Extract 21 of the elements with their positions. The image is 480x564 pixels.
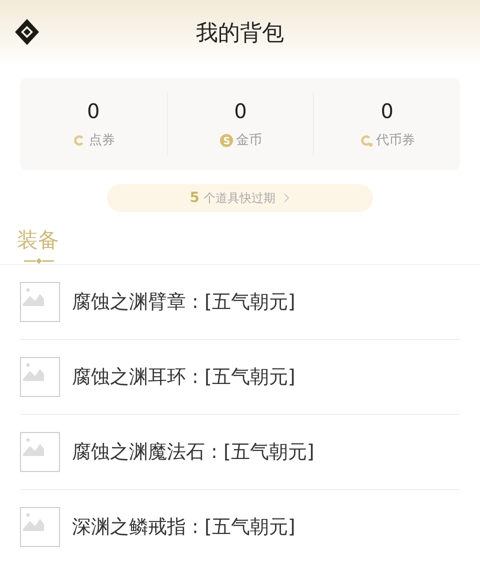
item-name[interactable]: 深渊之鳞戒指 : [五气朝元] (72, 514, 296, 540)
balance-value: 0 (380, 99, 394, 123)
image-placeholder-icon (20, 432, 60, 472)
balance-value: 0 (234, 99, 247, 123)
coin-icon (218, 132, 234, 148)
image-placeholder-icon (20, 507, 60, 547)
image-placeholder-icon (20, 282, 60, 322)
item-name[interactable]: 腐蚀之渊臂章 : [五气朝元] (72, 289, 296, 315)
logo-icon[interactable] (14, 17, 40, 47)
currency-label: 金币 (236, 132, 262, 149)
token-icon (359, 132, 374, 148)
item-name[interactable]: 腐蚀之渊魔法石 : [五气朝元] (72, 439, 314, 465)
chevron-right-icon (283, 193, 290, 203)
ornament-icon (22, 256, 56, 264)
item-name[interactable]: 腐蚀之渊耳环 : [五气朝元] (72, 364, 296, 390)
currency-label: 代币券 (376, 132, 416, 149)
page-title: 我的背包 (196, 20, 284, 48)
balance-value: 0 (86, 99, 100, 123)
currency-label: 点券 (88, 132, 115, 149)
image-placeholder-icon (20, 357, 60, 397)
section-title: 装备 (17, 227, 59, 254)
